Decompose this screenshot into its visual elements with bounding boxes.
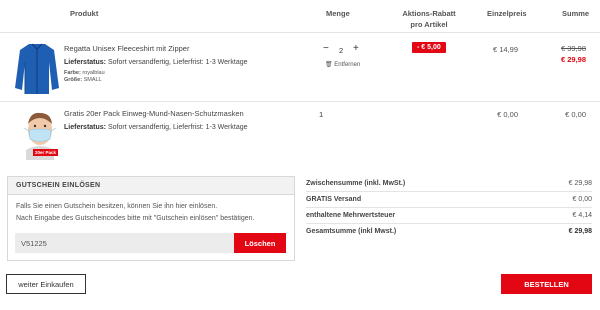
new-total-fleece: € 29,98: [560, 55, 586, 64]
summary-value: € 4,14: [572, 212, 592, 219]
product-image-fleece[interactable]: [14, 40, 60, 96]
fleece-jacket-icon: [15, 43, 59, 94]
column-header-discount-line2: pro Artikel: [410, 20, 448, 29]
old-total-fleece: € 39,98: [560, 44, 586, 53]
summary-label: Zwischensumme (inkl. MwSt.): [306, 180, 406, 187]
summary-row-grand-total: Gesamtsumme (inkl Mwst.) € 29,98: [306, 224, 592, 240]
header-divider: [0, 32, 600, 33]
summary-value: € 0,00: [572, 196, 592, 203]
summary-row-shipping: GRATIS Versand € 0,00: [306, 192, 592, 208]
delivery-status-mask: Lieferstatus: Sofort versandfertig, Lief…: [64, 124, 248, 131]
delivery-status-label: Lieferstatus:: [64, 124, 107, 131]
remove-item-label: Entfernen: [334, 62, 361, 68]
quantity-decrease-button[interactable]: −: [323, 43, 329, 54]
continue-shopping-button[interactable]: weiter Einkaufen: [6, 274, 86, 294]
voucher-text-2: Nach Eingabe des Gutscheincodes bitte mi…: [16, 215, 255, 222]
product-size-value: SMALL: [83, 77, 102, 83]
summary-value: € 29,98: [568, 180, 592, 187]
delivery-status-value: Sofort versandfertig, Lieferfrist: 1-3 W…: [107, 124, 248, 131]
order-button[interactable]: BESTELLEN: [501, 274, 592, 294]
voucher-title: GUTSCHEIN EINLÖSEN: [8, 177, 294, 195]
product-size-label: Größe:: [64, 77, 83, 83]
quantity-value-mask: 1: [319, 110, 324, 119]
item-divider: [0, 101, 600, 102]
product-color: Farbe: royalblau: [64, 70, 105, 76]
remove-item-button[interactable]: 🗑 Entfernen: [325, 61, 360, 68]
unit-price-fleece: € 14,99: [492, 45, 518, 54]
total-mask: € 0,00: [565, 110, 586, 119]
column-header-quantity: Menge: [326, 9, 350, 18]
product-size: Größe: SMALL: [64, 77, 102, 83]
product-image-mask[interactable]: 20er Pack: [20, 108, 60, 160]
quantity-increase-button[interactable]: +: [353, 43, 359, 54]
summary-row-vat: enthaltene Mehrwertsteuer € 4,14: [306, 208, 592, 224]
voucher-code-input[interactable]: [15, 233, 235, 253]
delivery-status-fleece: Lieferstatus: Sofort versandfertig, Lief…: [64, 59, 248, 66]
column-header-discount-line1: Aktions-Rabatt: [402, 9, 456, 18]
summary-label: enthaltene Mehrwertsteuer: [306, 212, 396, 219]
discount-badge: - € 5,00: [412, 42, 446, 53]
summary-label: Gesamtsumme (inkl Mwst.): [306, 228, 397, 235]
product-name-mask[interactable]: Gratis 20er Pack Einweg-Mund-Nasen-Schut…: [64, 109, 244, 118]
delivery-status-label: Lieferstatus:: [64, 59, 107, 66]
summary-value: € 29,98: [568, 228, 592, 235]
column-header-discount: Aktions-Rabatt pro Artikel: [396, 8, 462, 30]
product-name-fleece[interactable]: Regatta Unisex Fleeceshirt mit Zipper: [64, 44, 189, 53]
column-header-total: Summe: [562, 9, 590, 18]
delivery-status-value: Sofort versandfertig, Lieferfrist: 1-3 W…: [107, 59, 248, 66]
column-header-unit-price: Einzelpreis: [487, 9, 527, 18]
unit-price-mask: € 0,00: [497, 110, 518, 119]
product-color-label: Farbe:: [64, 70, 81, 76]
product-color-value: royalblau: [82, 70, 105, 76]
summary-row-subtotal: Zwischensumme (inkl. MwSt.) € 29,98: [306, 176, 592, 192]
voucher-panel: GUTSCHEIN EINLÖSEN Falls Sie einen Gutsc…: [7, 176, 295, 261]
summary-label: GRATIS Versand: [306, 196, 362, 203]
column-header-product: Produkt: [70, 9, 99, 18]
voucher-delete-button[interactable]: Löschen: [234, 233, 286, 253]
voucher-text-1: Falls Sie einen Gutschein besitzen, könn…: [16, 203, 218, 210]
mask-pack-badge: 20er Pack: [33, 149, 59, 156]
quantity-value[interactable]: 2: [339, 46, 343, 55]
trash-icon: 🗑: [325, 62, 333, 68]
